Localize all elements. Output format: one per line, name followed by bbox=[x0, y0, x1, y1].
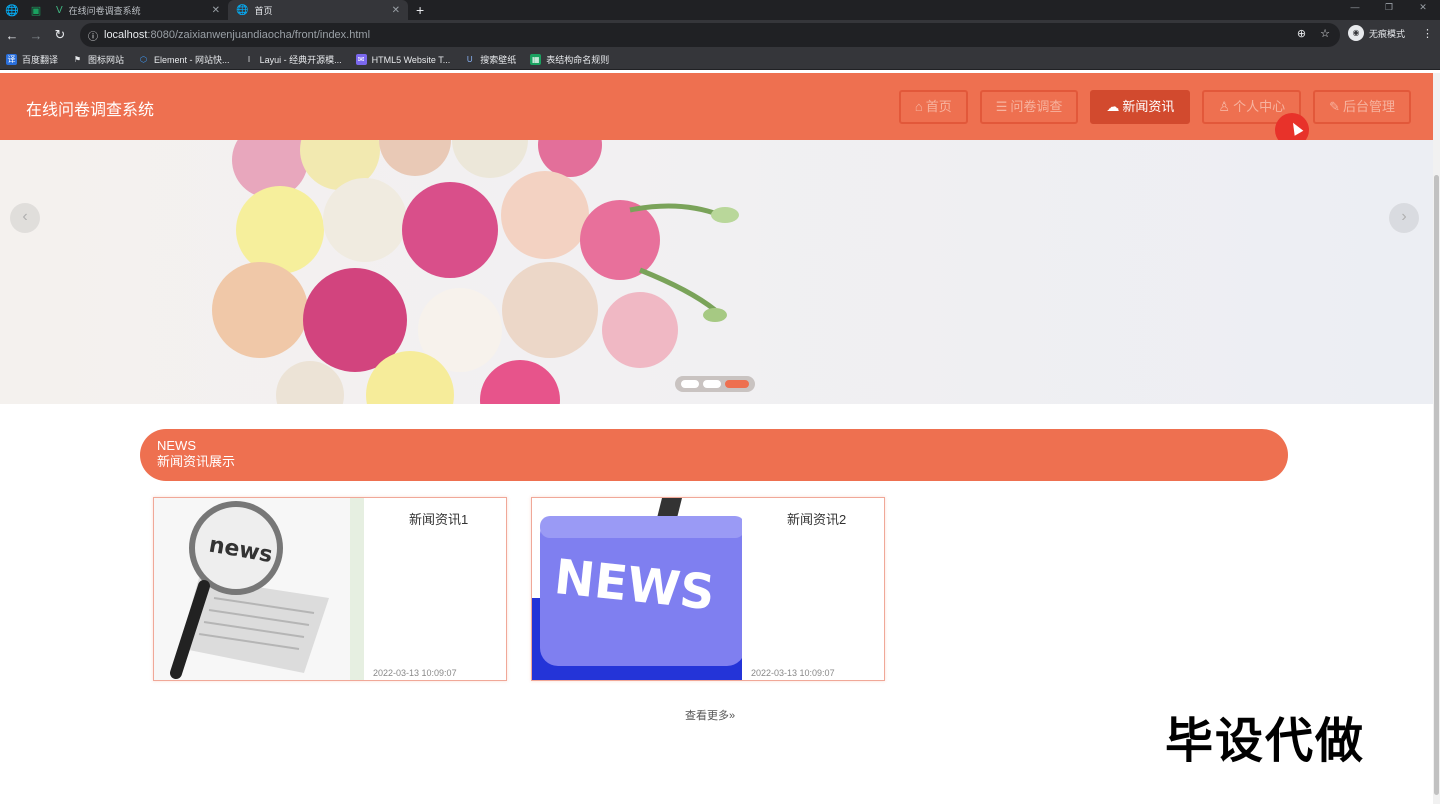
scrollbar-thumb[interactable] bbox=[1434, 175, 1439, 795]
element-icon: ⬡ bbox=[140, 55, 148, 64]
close-icon[interactable]: ✕ bbox=[392, 5, 400, 16]
address-bar[interactable]: ⓘ localhost:8080/zaixianwenjuandiaocha/f… bbox=[80, 23, 1340, 47]
close-window-icon[interactable]: ✕ bbox=[1406, 0, 1440, 14]
bookmark-baidu-translate[interactable]: 译百度翻译 bbox=[6, 53, 58, 66]
more-menu-icon[interactable]: ⋮ bbox=[1422, 27, 1433, 40]
carousel-dot-2[interactable] bbox=[703, 380, 721, 388]
bookmark-element[interactable]: ⬡ Element - 网站快... bbox=[138, 53, 230, 66]
incognito-label: 无痕模式 bbox=[1369, 28, 1406, 39]
flag-icon: ⚑ bbox=[73, 55, 82, 64]
view-more-link[interactable]: 查看更多» bbox=[685, 707, 735, 723]
nav-home[interactable]: ⌂ 首页 bbox=[898, 90, 968, 124]
home-icon: ⌂ bbox=[914, 99, 923, 114]
site-title: 在线问卷调查系统 bbox=[26, 102, 155, 119]
bookmark-html5-template[interactable]: ✉ HTML5 Website T... bbox=[355, 54, 450, 65]
survey-icon: ☰ bbox=[995, 99, 1008, 114]
nav-survey[interactable]: ☰ 问卷调查 bbox=[979, 90, 1079, 124]
news-card[interactable]: news 新闻资讯1 2022-03-13 10:09:07 bbox=[153, 497, 507, 681]
browser-tab-bar: 🌐 ▣ V 在线问卷调查系统 ✕ 🌐 首页 ✕ + — ❐ ✕ bbox=[0, 0, 1440, 20]
globe-icon: 🌐 bbox=[236, 4, 249, 16]
cloud-icon: ☁ bbox=[1106, 99, 1120, 114]
wrench-icon: ✎ bbox=[1329, 99, 1340, 114]
star-icon[interactable]: ☆ bbox=[1320, 27, 1330, 40]
banner-carousel[interactable]: ‹ › bbox=[0, 140, 1433, 404]
user-icon: ♙ bbox=[1218, 99, 1231, 114]
browser-tab-2[interactable]: 🌐 首页 ✕ bbox=[228, 0, 408, 20]
browser-toolbar: ← → ↻ ⓘ localhost:8080/zaixianwenjuandia… bbox=[0, 20, 1440, 50]
double-chevron-right-icon: » bbox=[729, 710, 736, 722]
carousel-next-button[interactable]: › bbox=[1389, 203, 1419, 233]
carousel-dot-3[interactable] bbox=[725, 380, 749, 388]
news-date: 2022-03-13 10:09:07 bbox=[751, 668, 835, 678]
reload-icon[interactable]: ↻ bbox=[48, 27, 72, 43]
bookmark-table-naming[interactable]: ▦ 表结构命名规则 bbox=[530, 53, 609, 66]
flower-bouquet-image bbox=[212, 140, 739, 404]
magnifier-newspaper-image: news bbox=[154, 498, 364, 680]
bookmarks-bar: 译百度翻译 ⚑ 图标网站 ⬡ Element - 网站快... l Layui - 经… bbox=[0, 50, 1440, 70]
back-icon[interactable]: ← bbox=[0, 28, 24, 43]
carousel-prev-button[interactable]: ‹ bbox=[10, 203, 40, 233]
info-icon[interactable]: ⓘ bbox=[88, 28, 104, 43]
site-header: 在线问卷调查系统 ⌂ 首页 ☰ 问卷调查 ☁ 新闻资讯 ♙ 个人中心 ✎ 后台管理 bbox=[0, 73, 1433, 147]
bookmark-layui[interactable]: l Layui - 经典开源模... bbox=[244, 53, 341, 66]
chevron-left-icon: ‹ bbox=[22, 208, 28, 225]
incognito-icon: ◉ bbox=[1348, 25, 1364, 41]
translate-icon: 译 bbox=[6, 54, 17, 65]
minimize-icon[interactable]: — bbox=[1338, 0, 1372, 14]
news-key-image: NEWS bbox=[532, 498, 742, 680]
app-icon[interactable]: ▣ bbox=[24, 0, 48, 20]
nav-admin[interactable]: ✎ 后台管理 bbox=[1313, 90, 1411, 124]
news-heading-en: NEWS bbox=[157, 438, 196, 453]
window-controls: — ❐ ✕ bbox=[1338, 0, 1440, 14]
carousel-indicators bbox=[675, 376, 755, 392]
layui-icon: l bbox=[248, 55, 250, 64]
browser-tab-1[interactable]: V 在线问卷调查系统 ✕ bbox=[48, 0, 228, 20]
mail-icon: ✉ bbox=[355, 54, 367, 65]
news-title[interactable]: 新闻资讯1 bbox=[409, 509, 468, 528]
chevron-right-icon: › bbox=[1401, 208, 1407, 225]
news-heading-cn: 新闻资讯展示 bbox=[157, 454, 236, 469]
incognito-indicator[interactable]: ◉ 无痕模式 bbox=[1348, 25, 1405, 41]
bookmark-wallpaper[interactable]: U 搜索壁纸 bbox=[464, 53, 516, 66]
globe-icon[interactable]: 🌐 bbox=[0, 0, 24, 20]
news-title[interactable]: 新闻资讯2 bbox=[787, 509, 846, 528]
news-section-header: NEWS 新闻资讯展示 bbox=[140, 429, 1288, 481]
omnibox-actions: ⊕ ☆ bbox=[1297, 27, 1330, 40]
table-icon: ▦ bbox=[530, 54, 542, 65]
main-nav: ⌂ 首页 ☰ 问卷调查 ☁ 新闻资讯 ♙ 个人中心 ✎ 后台管理 bbox=[898, 90, 1411, 124]
tab-title: 首页 bbox=[254, 5, 273, 16]
news-date: 2022-03-13 10:09:07 bbox=[373, 668, 457, 678]
watermark-overlay: 毕设代做 bbox=[1165, 715, 1366, 768]
carousel-dot-1[interactable] bbox=[681, 380, 699, 388]
news-card[interactable]: NEWS 新闻资讯2 2022-03-13 10:09:07 bbox=[531, 497, 885, 681]
new-tab-button[interactable]: + bbox=[408, 2, 432, 18]
zoom-icon[interactable]: ⊕ bbox=[1297, 27, 1306, 40]
bookmark-icon-site[interactable]: ⚑ 图标网站 bbox=[72, 53, 124, 66]
web-page: 在线问卷调查系统 ⌂ 首页 ☰ 问卷调查 ☁ 新闻资讯 ♙ 个人中心 ✎ 后台管理 bbox=[0, 73, 1433, 804]
vue-icon: V bbox=[56, 4, 63, 16]
restore-icon[interactable]: ❐ bbox=[1372, 0, 1406, 14]
wallpaper-icon: U bbox=[466, 55, 473, 64]
url-text[interactable]: localhost:8080/zaixianwenjuandiaocha/fro… bbox=[104, 29, 370, 41]
nav-news[interactable]: ☁ 新闻资讯 bbox=[1090, 90, 1191, 124]
forward-icon[interactable]: → bbox=[24, 28, 48, 43]
tab-title: 在线问卷调查系统 bbox=[68, 5, 141, 16]
close-icon[interactable]: ✕ bbox=[212, 5, 220, 16]
